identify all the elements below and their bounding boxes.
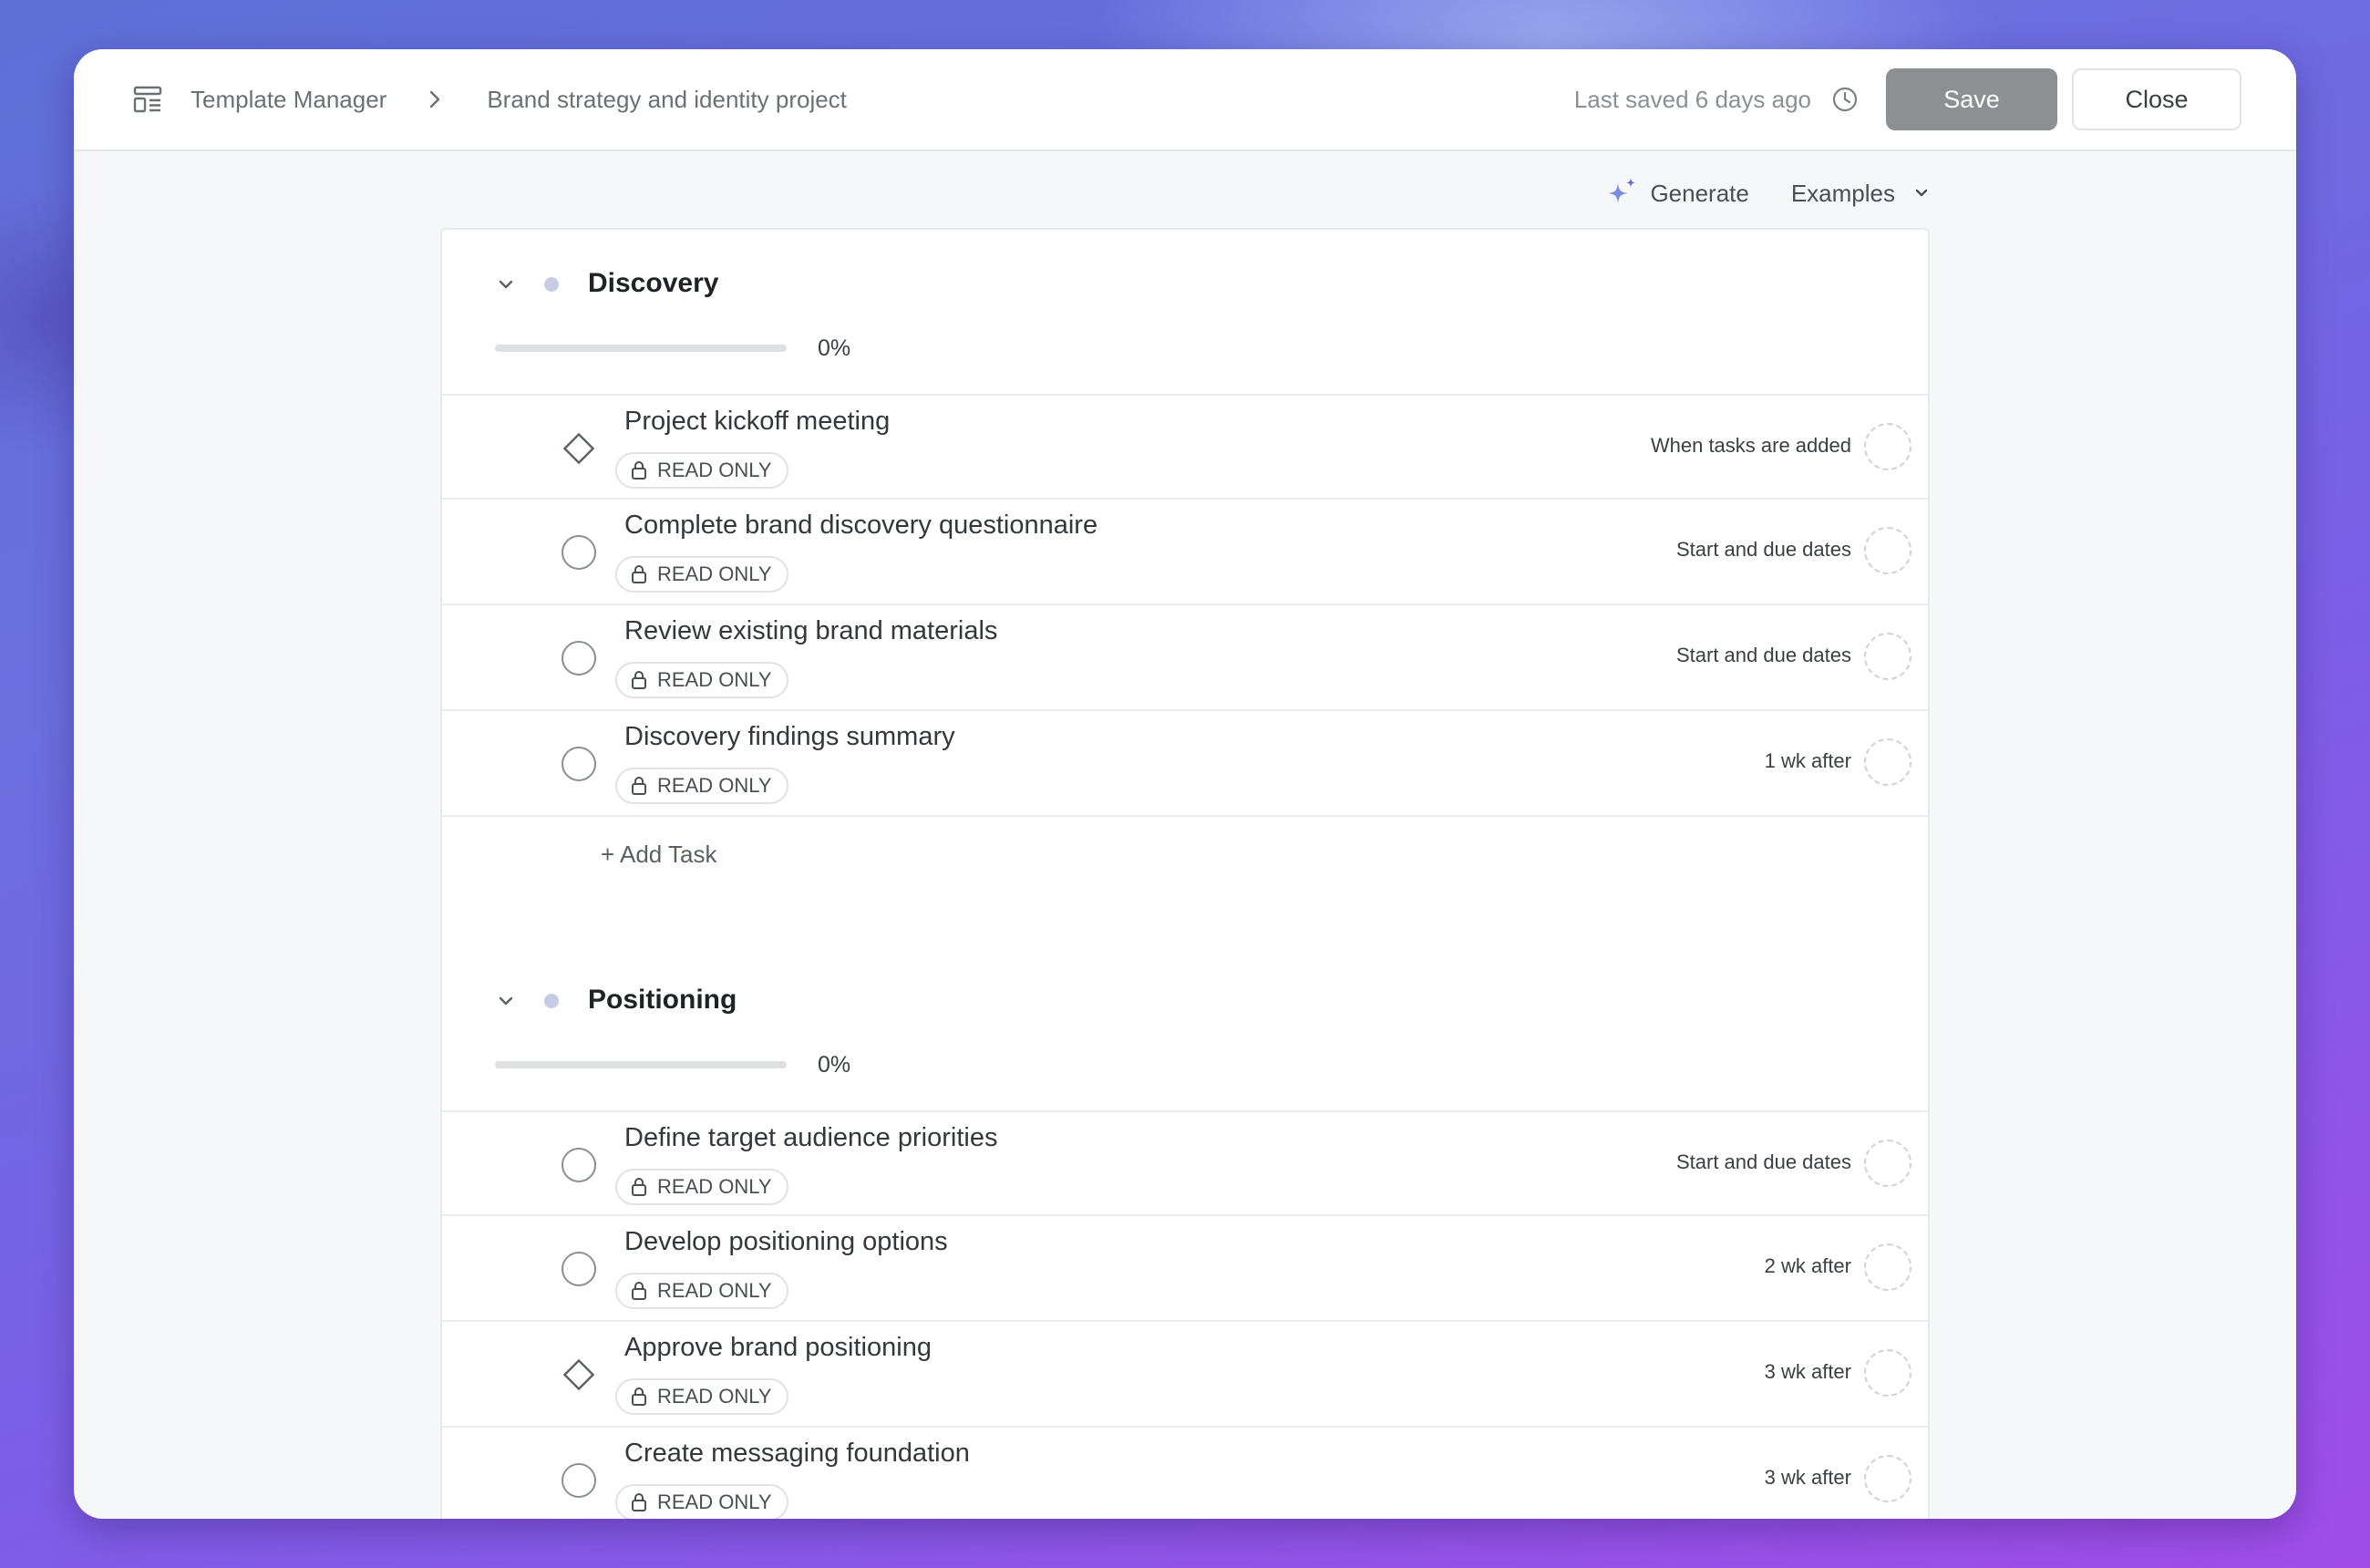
template-manager-icon[interactable] [132,84,163,115]
task-row[interactable]: Approve brand positioning READ ONLY 3 wk a… [442,1320,1928,1426]
assignee-placeholder[interactable] [1864,1243,1911,1291]
task-checkbox-circle-icon[interactable] [561,640,597,676]
close-button[interactable]: Close [2072,68,2241,130]
task-sections-panel: Discovery 0% Project kickoff meeting READ O… [440,228,1930,1519]
task-row[interactable]: Create messaging foundation READ ONLY 3 wk… [442,1426,1928,1519]
read-only-label: READ ONLY [657,1175,772,1198]
section-status-dot [544,277,559,292]
add-task-button[interactable]: + Add Task [601,841,716,869]
examples-dropdown[interactable]: Examples [1791,180,1932,208]
task-checkbox-circle-icon[interactable] [561,746,597,782]
read-only-label: READ ONLY [657,459,772,481]
assignee-placeholder[interactable] [1864,738,1911,786]
task-row[interactable]: Review existing brand materials READ ONLY… [442,603,1928,709]
task-row[interactable]: Complete brand discovery questionnaire RE… [442,498,1928,603]
task-title[interactable]: Develop positioning options [624,1227,948,1257]
read-only-label: READ ONLY [657,1385,772,1408]
task-row[interactable]: Develop positioning options READ ONLY 2 wk… [442,1214,1928,1320]
chevron-down-icon [1911,183,1932,203]
lock-icon [630,670,648,690]
chevron-down-icon[interactable] [495,990,517,1012]
assignee-placeholder[interactable] [1864,527,1911,574]
chevron-right-icon [423,88,447,111]
section-status-dot [544,994,559,1008]
read-only-badge: READ ONLY [615,662,788,698]
milestone-diamond-icon[interactable] [561,1357,597,1393]
task-due-rule[interactable]: 2 wk after [1765,1254,1851,1278]
read-only-badge: READ ONLY [615,1169,788,1205]
breadcrumb-current-project: Brand strategy and identity project [487,85,847,113]
add-task-row: + Add Task [442,815,1928,897]
section-title[interactable]: Positioning [588,985,737,1016]
task-title[interactable]: Define target audience priorities [624,1123,997,1153]
section-header: Discovery 0% [442,230,1928,394]
read-only-label: READ ONLY [657,562,772,585]
lock-icon [630,564,648,584]
assignee-placeholder[interactable] [1864,1455,1911,1502]
clock-icon[interactable] [1831,86,1859,113]
generate-button[interactable]: Generate [1650,180,1748,208]
read-only-badge: READ ONLY [615,452,788,489]
task-row[interactable]: Project kickoff meeting READ ONLY When tas… [442,394,1928,498]
task-title[interactable]: Project kickoff meeting [624,407,890,437]
task-checkbox-circle-icon[interactable] [561,1147,597,1183]
section-discovery: Discovery 0% Project kickoff meeting READ O… [442,230,1928,897]
task-checkbox-circle-icon[interactable] [561,1251,597,1287]
task-due-rule[interactable]: 3 wk after [1765,1360,1851,1384]
section-progress-percent: 0% [818,1052,851,1078]
read-only-label: READ ONLY [657,668,772,691]
examples-label: Examples [1790,179,1895,207]
breadcrumb-template-manager[interactable]: Template Manager [191,86,386,114]
read-only-label: READ ONLY [657,774,772,797]
lock-icon [630,1281,648,1301]
template-editor-window: Template Manager Brand strategy and iden… [74,49,2296,1519]
task-due-rule[interactable]: Start and due dates [1676,644,1851,667]
assignee-placeholder[interactable] [1864,633,1911,680]
assignee-placeholder[interactable] [1864,1140,1911,1187]
chevron-down-icon[interactable] [495,273,517,295]
read-only-label: READ ONLY [657,1279,772,1302]
task-row[interactable]: Discovery findings summary READ ONLY 1 wk … [442,709,1928,815]
task-title[interactable]: Complete brand discovery questionnaire [624,511,1097,541]
section-positioning: Positioning 0% Define target audience prio… [442,946,1928,1519]
lock-icon [630,1492,648,1512]
section-progress-bar [495,1061,787,1068]
task-checkbox-circle-icon[interactable] [561,1462,597,1499]
read-only-badge: READ ONLY [615,556,788,593]
task-row[interactable]: Define target audience priorities READ ON… [442,1110,1928,1214]
lock-icon [630,1177,648,1197]
read-only-badge: READ ONLY [615,1273,788,1309]
lock-icon [630,460,648,480]
task-title[interactable]: Discovery findings summary [624,722,955,752]
task-title[interactable]: Create messaging foundation [624,1439,970,1469]
task-due-rule[interactable]: 3 wk after [1765,1466,1851,1490]
task-checkbox-circle-icon[interactable] [561,534,597,571]
task-title[interactable]: Review existing brand materials [624,616,997,646]
read-only-badge: READ ONLY [615,1484,788,1519]
save-button[interactable]: Save [1886,68,2057,130]
section-title[interactable]: Discovery [588,268,718,299]
lock-icon [630,1387,648,1407]
read-only-badge: READ ONLY [615,768,788,804]
section-progress-bar [495,345,787,352]
task-title[interactable]: Approve brand positioning [624,1333,932,1363]
sparkle-icon [1602,174,1641,212]
last-saved-status: Last saved 6 days ago [1573,85,1811,113]
section-progress-percent: 0% [818,335,851,361]
read-only-badge: READ ONLY [615,1378,788,1415]
task-due-rule[interactable]: 1 wk after [1765,749,1851,773]
lock-icon [630,776,648,796]
top-bar: Template Manager Brand strategy and iden… [74,49,2296,151]
milestone-diamond-icon[interactable] [561,430,597,467]
editor-toolbar: Generate Examples [1602,168,1932,219]
task-due-rule[interactable]: Start and due dates [1676,1150,1851,1174]
task-due-rule[interactable]: When tasks are added [1651,434,1851,458]
read-only-label: READ ONLY [657,1491,772,1513]
assignee-placeholder[interactable] [1864,1349,1911,1397]
section-header: Positioning 0% [442,946,1928,1110]
task-due-rule[interactable]: Start and due dates [1676,538,1851,562]
assignee-placeholder[interactable] [1864,423,1911,470]
